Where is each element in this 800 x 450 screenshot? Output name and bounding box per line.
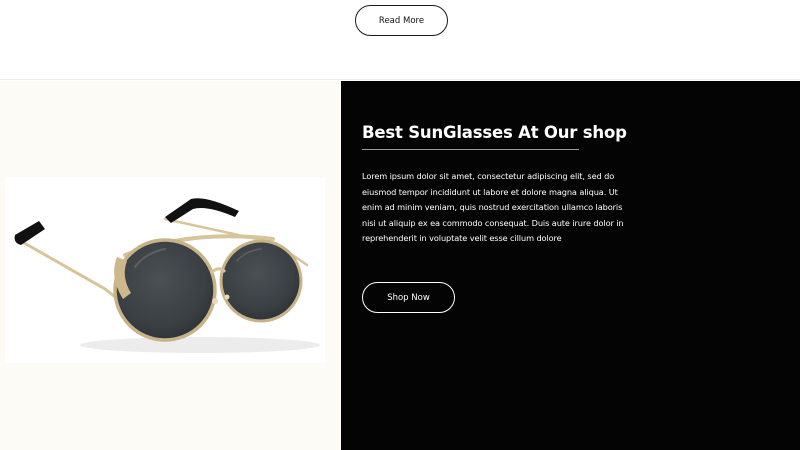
title-underline bbox=[362, 149, 579, 150]
top-section: Read More bbox=[0, 0, 800, 80]
promo-panel: Best SunGlasses At Our shop Lorem ipsum … bbox=[341, 81, 800, 450]
read-more-button[interactable]: Read More bbox=[355, 5, 448, 36]
product-image-panel bbox=[0, 81, 341, 450]
promo-description: Lorem ipsum dolor sit amet, consectetur … bbox=[362, 171, 624, 244]
shop-now-button[interactable]: Shop Now bbox=[362, 282, 455, 313]
sunglasses-image bbox=[5, 177, 325, 363]
promo-title: Best SunGlasses At Our shop bbox=[362, 123, 627, 142]
page: Read More Best SunGlasses At Our shop Lo… bbox=[0, 0, 800, 450]
